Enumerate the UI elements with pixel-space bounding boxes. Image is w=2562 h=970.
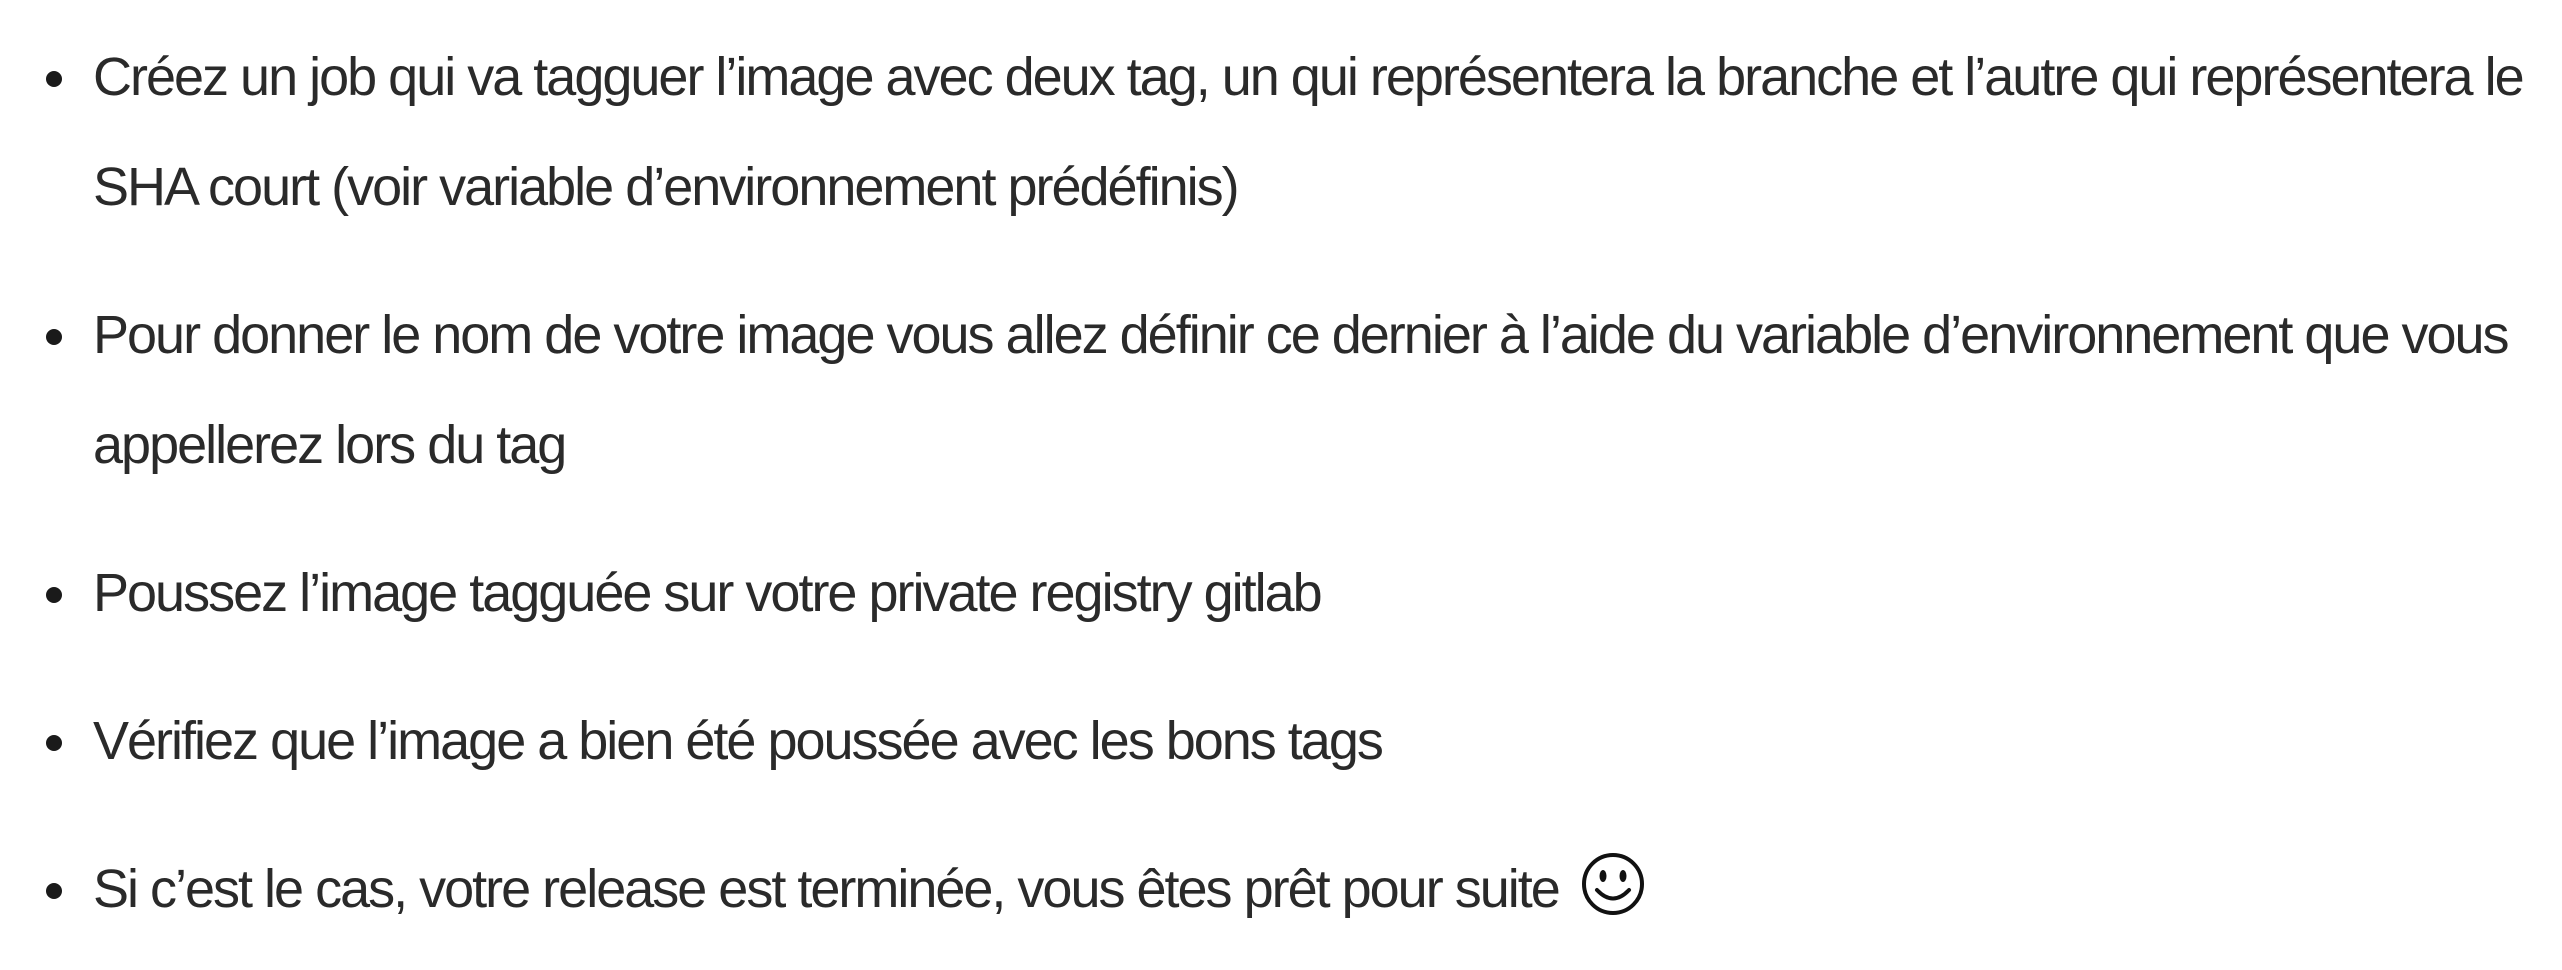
list-item: Poussez l’image tagguée sur votre privat…: [38, 538, 2532, 648]
list-item-text: Poussez l’image tagguée sur votre privat…: [93, 563, 1323, 623]
list-item: Pour donner le nom de votre image vous a…: [38, 280, 2532, 500]
list-item: Si c’est le cas, votre release est termi…: [38, 834, 2532, 944]
document-body: Créez un job qui va tagguer l’image avec…: [0, 0, 2562, 970]
instruction-list: Créez un job qui va tagguer l’image avec…: [38, 22, 2532, 944]
bullet-icon: [46, 71, 62, 87]
list-item: Créez un job qui va tagguer l’image avec…: [38, 22, 2532, 242]
smiley-face-icon: [1581, 853, 1644, 915]
bullet-icon: [46, 735, 62, 751]
list-item-text: Si c’est le cas, votre release est termi…: [93, 859, 1561, 919]
list-item-text: Vérifiez que l’image a bien été poussée …: [93, 711, 1384, 771]
list-item-text: Créez un job qui va tagguer l’image avec…: [93, 47, 2525, 217]
bullet-icon: [46, 587, 62, 603]
list-item: Vérifiez que l’image a bien été poussée …: [38, 686, 2532, 796]
bullet-icon: [46, 329, 62, 345]
bullet-icon: [46, 883, 62, 899]
list-item-text: Pour donner le nom de votre image vous a…: [93, 305, 2510, 475]
